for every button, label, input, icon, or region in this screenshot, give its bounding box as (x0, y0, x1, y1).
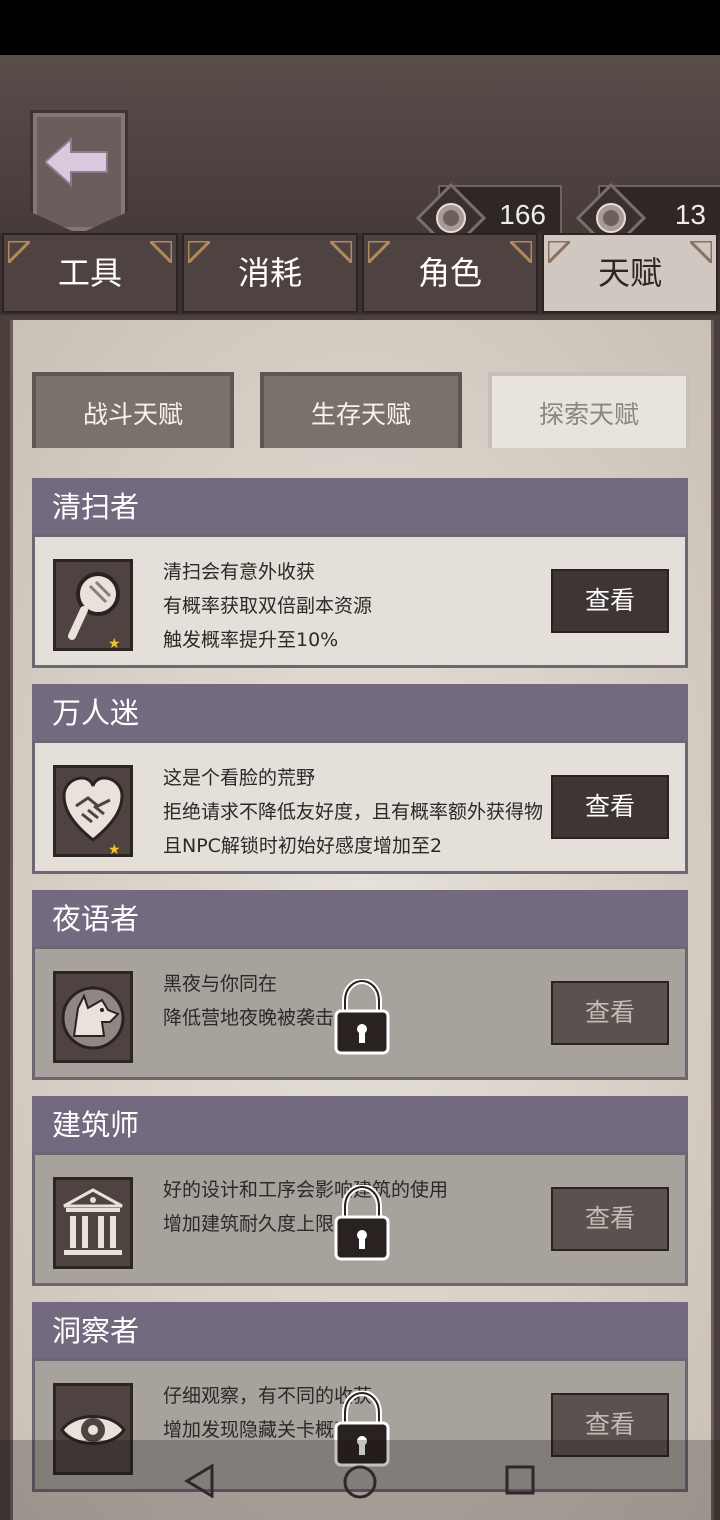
subtab-label: 生存天赋 (310, 400, 411, 429)
talent-icon-frame: ★ (53, 765, 133, 858)
talent-title: 万人迷 (32, 684, 688, 740)
talent-icon-frame (53, 971, 133, 1063)
nav-home-icon[interactable] (342, 1464, 378, 1500)
talent-title: 夜语者 (32, 890, 688, 946)
talent-body: ★ 清扫会有意外收获 有概率获取双倍副本资源 触发概率提升至10% 查看 (32, 534, 688, 668)
screen: 166 13 工具 消耗 角色 天赋 战斗天赋 生存天赋 探索天赋 清扫者 ★ … (0, 0, 720, 1520)
tab-label: 角色 (417, 254, 482, 292)
talent-title: 洞察者 (32, 1302, 688, 1358)
tab-tools[interactable]: 工具 (2, 233, 178, 313)
corner-ornament-icon (548, 241, 570, 263)
heart-handshake-icon (62, 776, 124, 842)
talent-body: ★ 这是个看脸的荒野 拒绝请求不降低友好度，且有概率额外获得物 且NPC解锁时初… (32, 740, 688, 874)
tab-label: 工具 (57, 254, 122, 292)
talent-description: 这是个看脸的荒野 拒绝请求不降低友好度，且有概率额外获得物 且NPC解锁时初始好… (163, 761, 563, 863)
system-navigation-bar (0, 1440, 720, 1520)
view-button[interactable]: 查看 (551, 981, 669, 1045)
corner-ornament-icon (8, 241, 30, 263)
description-line: 清扫会有意外收获 (163, 561, 316, 583)
talent-card-sweeper: 清扫者 ★ 清扫会有意外收获 有概率获取双倍副本资源 触发概率提升至10% 查看 (32, 478, 688, 670)
talent-card-charmer: 万人迷 ★ 这是个看脸的荒野 拒绝请求不降低友好度，且有概率额外获得物 且NPC… (32, 684, 688, 876)
talent-icon-frame (53, 1177, 133, 1269)
status-bar (0, 0, 720, 55)
wolf-icon (61, 986, 125, 1050)
back-button[interactable] (30, 110, 128, 234)
lock-icon (334, 979, 390, 1055)
talent-icon-frame: ★ (53, 559, 133, 652)
subtab-label: 探索天赋 (538, 400, 639, 429)
star-icon: ★ (108, 636, 121, 652)
talent-title: 建筑师 (32, 1096, 688, 1152)
description-line: 且NPC解锁时初始好感度增加至2 (163, 835, 443, 857)
talent-title: 清扫者 (32, 478, 688, 534)
subtab-combat-talents[interactable]: 战斗天赋 (32, 372, 234, 448)
corner-ornament-icon (690, 241, 712, 263)
description-line: 触发概率提升至10% (163, 629, 339, 651)
lock-icon (334, 1185, 390, 1261)
header: 166 13 (0, 55, 720, 253)
talent-card-architect: 建筑师 好的设计和工序会影响建筑的使用 增加建筑耐久度上限 查看 (32, 1096, 688, 1288)
magnifier-icon (68, 572, 120, 640)
tab-label: 天赋 (597, 254, 662, 292)
view-button[interactable]: 查看 (551, 1187, 669, 1251)
talent-body: 黑夜与你同在 降低营地夜晚被袭击 查看 (32, 946, 688, 1080)
star-icon: ★ (108, 842, 121, 858)
tab-label: 消耗 (237, 254, 302, 292)
nav-recents-icon[interactable] (504, 1464, 536, 1496)
corner-ornament-icon (368, 241, 390, 263)
talent-body: 好的设计和工序会影响建筑的使用 增加建筑耐久度上限 查看 (32, 1152, 688, 1286)
subtab-exploration-talents[interactable]: 探索天赋 (488, 372, 690, 448)
coin-value: 166 (499, 199, 546, 230)
description-line: 拒绝请求不降低友好度，且有概率额外获得物 (163, 801, 544, 823)
description-line: 有概率获取双倍副本资源 (163, 595, 373, 617)
gem-value: 13 (674, 199, 706, 230)
subtab-label: 战斗天赋 (82, 400, 183, 429)
building-icon (63, 1188, 123, 1255)
view-button[interactable]: 查看 (551, 569, 669, 633)
tab-consumables[interactable]: 消耗 (182, 233, 358, 313)
tab-characters[interactable]: 角色 (362, 233, 538, 313)
category-tabs: 工具 消耗 角色 天赋 (0, 233, 720, 315)
nav-back-icon[interactable] (184, 1464, 216, 1498)
talent-description: 清扫会有意外收获 有概率获取双倍副本资源 触发概率提升至10% (163, 555, 563, 657)
corner-ornament-icon (330, 241, 352, 263)
corner-ornament-icon (510, 241, 532, 263)
description-line: 这是个看脸的荒野 (163, 767, 316, 789)
corner-ornament-icon (188, 241, 210, 263)
subtab-survival-talents[interactable]: 生存天赋 (260, 372, 462, 448)
tab-talents[interactable]: 天赋 (542, 233, 718, 313)
talent-card-night-whisperer: 夜语者 黑夜与你同在 降低营地夜晚被袭击 查看 (32, 890, 688, 1082)
view-button[interactable]: 查看 (551, 775, 669, 839)
corner-ornament-icon (150, 241, 172, 263)
back-arrow-icon (45, 137, 108, 187)
